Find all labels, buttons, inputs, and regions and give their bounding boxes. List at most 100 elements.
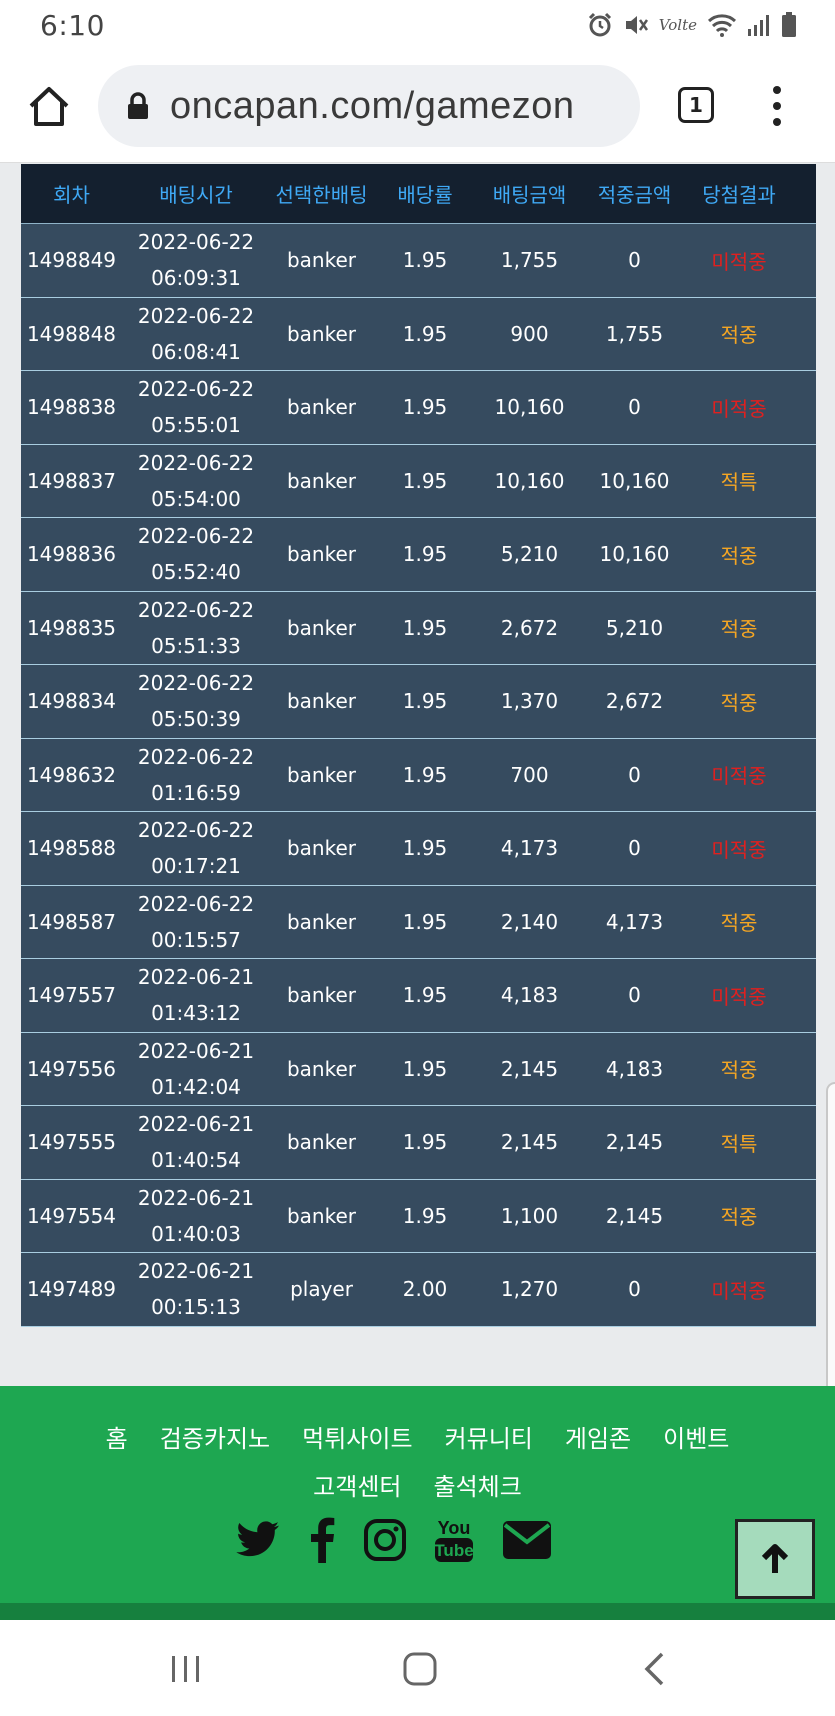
table-row: 1498632 2022-06-22 01:16:59 banker 1.95 700 0 미… — [21, 738, 816, 812]
bet-time-cell: 2022-06-22 05:51:33 — [122, 592, 270, 664]
table-row: 1497557 2022-06-21 01:43:12 banker 1.95 4,183… — [21, 959, 816, 1033]
bet-date: 2022-06-21 — [137, 1112, 255, 1137]
win-amount-cell: 4,183 — [605, 1056, 664, 1081]
email-icon[interactable] — [502, 1520, 552, 1560]
round-cell: 1498835 — [26, 615, 117, 640]
odds-cell: 1.95 — [402, 762, 448, 787]
bet-time-cell: 2022-06-22 06:09:31 — [122, 224, 270, 296]
footer-nav-link[interactable]: 먹튀사이트 — [302, 1419, 412, 1454]
bet-time-cell: 2022-06-22 05:54:00 — [122, 445, 270, 517]
pick-cell: banker — [286, 909, 357, 934]
odds-cell: 1.95 — [402, 321, 448, 346]
bet-time: 01:43:12 — [151, 1001, 241, 1026]
bet-amount-cell: 1,755 — [500, 248, 559, 273]
round-cell: 1497557 — [26, 983, 117, 1008]
bet-time-cell: 2022-06-21 01:40:03 — [122, 1180, 270, 1252]
footer-nav-link[interactable]: 출석체크 — [434, 1467, 522, 1502]
home-icon[interactable] — [26, 84, 72, 130]
win-amount-cell: 2,672 — [605, 689, 664, 714]
site-footer: 홈 검증카지노 먹튀사이트 커뮤니티 게임존 이벤트 고객센터 출석체크 You Tube — [0, 1386, 835, 1603]
page-content: 회차 배팅시간 선택한배팅 배당률 배팅금액 적중금액 당첨결과 1498849 2022-0… — [0, 164, 835, 1386]
pick-cell: banker — [286, 468, 357, 493]
table-row: 1498837 2022-06-22 05:54:00 banker 1.95 10,16… — [21, 444, 816, 518]
bet-date: 2022-06-22 — [137, 597, 255, 622]
win-amount-cell: 5,210 — [605, 615, 664, 640]
bet-date: 2022-06-21 — [137, 1038, 255, 1063]
bet-time-cell: 2022-06-22 05:55:01 — [122, 371, 270, 443]
pick-cell: banker — [286, 1056, 357, 1081]
table-body: 1498849 2022-06-22 06:09:31 banker 1.95 1,755… — [21, 224, 816, 1327]
pick-cell: banker — [286, 762, 357, 787]
bet-time: 06:08:41 — [151, 339, 241, 364]
footer-nav-link[interactable]: 게임존 — [565, 1419, 631, 1454]
footer-nav-link[interactable]: 검증카지노 — [160, 1419, 270, 1454]
bet-date: 2022-06-22 — [137, 450, 255, 475]
bet-amount-cell: 1,270 — [500, 1277, 559, 1302]
scroll-to-top-button[interactable] — [735, 1519, 815, 1599]
bet-time: 00:15:57 — [151, 927, 241, 952]
overflow-menu-icon[interactable] — [770, 86, 784, 126]
footer-nav-link[interactable]: 커뮤니티 — [445, 1419, 533, 1454]
result-cell: 미적중 — [711, 396, 767, 421]
footer-nav-link[interactable]: 홈 — [106, 1419, 128, 1454]
win-amount-cell: 0 — [628, 395, 641, 420]
url-text[interactable]: oncapan.com/gamezon — [170, 85, 575, 128]
round-cell: 1498588 — [26, 836, 117, 861]
facebook-icon[interactable] — [308, 1517, 336, 1563]
bet-date: 2022-06-21 — [137, 1259, 255, 1284]
round-cell: 1498838 — [26, 395, 117, 420]
round-cell: 1498632 — [26, 762, 117, 787]
table-row: 1498838 2022-06-22 05:55:01 banker 1.95 10,16… — [21, 371, 816, 445]
pick-cell: banker — [286, 542, 357, 567]
column-header: 회차 — [53, 183, 90, 207]
result-cell: 적중 — [720, 323, 758, 348]
odds-cell: 1.95 — [402, 1056, 448, 1081]
odds-cell: 1.95 — [402, 615, 448, 640]
round-cell: 1498836 — [26, 542, 117, 567]
youtube-tube-text: Tube — [434, 1541, 473, 1560]
win-amount-cell: 2,145 — [605, 1130, 664, 1155]
bet-time: 01:40:03 — [151, 1221, 241, 1246]
instagram-icon[interactable] — [364, 1519, 406, 1561]
bet-amount-cell: 5,210 — [500, 542, 559, 567]
address-bar[interactable]: oncapan.com/gamezon — [98, 65, 640, 147]
home-nav-icon[interactable] — [403, 1652, 437, 1686]
footer-nav-link[interactable]: 고객센터 — [313, 1467, 401, 1502]
table-row: 1498588 2022-06-22 00:17:21 banker 1.95 4,173… — [21, 812, 816, 886]
result-cell: 미적중 — [711, 837, 767, 862]
footer-nav-link[interactable]: 이벤트 — [663, 1419, 729, 1454]
bet-date: 2022-06-21 — [137, 965, 255, 990]
status-time: 6:10 — [40, 8, 105, 42]
recent-apps-icon[interactable] — [170, 1653, 202, 1685]
result-cell: 미적중 — [711, 249, 767, 274]
bet-date: 2022-06-22 — [137, 671, 255, 696]
bet-date: 2022-06-22 — [137, 303, 255, 328]
bet-amount-cell: 2,145 — [500, 1056, 559, 1081]
bet-time-cell: 2022-06-21 01:42:04 — [122, 1033, 270, 1105]
pick-cell: banker — [286, 983, 357, 1008]
menu-dot — [773, 86, 781, 94]
bet-time-cell: 2022-06-22 05:50:39 — [122, 665, 270, 737]
table-row: 1497555 2022-06-21 01:40:54 banker 1.95 2,145… — [21, 1106, 816, 1180]
pick-cell: banker — [286, 395, 357, 420]
odds-cell: 1.95 — [402, 983, 448, 1008]
bet-time: 05:51:33 — [151, 633, 241, 658]
pick-cell: banker — [286, 1130, 357, 1155]
youtube-you-text: You — [438, 1518, 471, 1538]
round-cell: 1497489 — [26, 1277, 117, 1302]
result-cell: 적특 — [720, 1131, 758, 1156]
pick-cell: banker — [286, 321, 357, 346]
menu-dot — [773, 118, 781, 126]
back-icon[interactable] — [643, 1651, 665, 1687]
bet-amount-cell: 2,145 — [500, 1130, 559, 1155]
youtube-icon[interactable]: You Tube — [434, 1516, 474, 1564]
footer-nav-row: 고객센터 출석체크 — [0, 1460, 835, 1508]
bet-amount-cell: 10,160 — [494, 395, 565, 420]
win-amount-cell: 1,755 — [605, 321, 664, 346]
result-cell: 적특 — [720, 470, 758, 495]
twitter-icon[interactable] — [236, 1521, 280, 1559]
tab-switcher-button[interactable]: 1 — [678, 87, 714, 123]
table-row: 1497556 2022-06-21 01:42:04 banker 1.95 2,145… — [21, 1032, 816, 1106]
bet-date: 2022-06-21 — [137, 1185, 255, 1210]
win-amount-cell: 0 — [628, 762, 641, 787]
